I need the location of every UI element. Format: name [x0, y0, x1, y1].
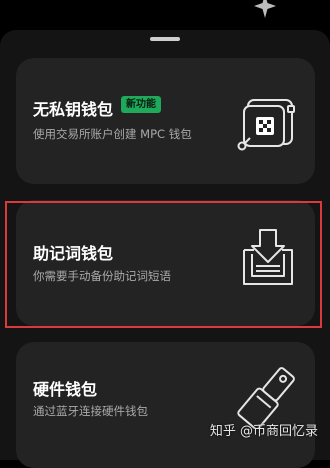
watermark: 知乎 @币商回忆录: [209, 424, 318, 439]
keyless-wallet-description: 使用交易所账户创建 MPC 钱包: [33, 127, 192, 141]
hardware-wallet-title: 硬件钱包: [33, 380, 98, 399]
hardware-wallet-card[interactable]: 硬件钱包 通过蓝牙连接硬件钱包: [16, 342, 315, 468]
keyless-wallet-title: 无私钥钱包: [33, 100, 114, 119]
sparkle-icon: [250, 0, 280, 18]
hardware-wallet-description: 通过蓝牙连接硬件钱包: [33, 404, 148, 418]
sheet-drag-handle[interactable]: [150, 37, 180, 41]
mnemonic-download-icon: [236, 226, 298, 288]
mnemonic-wallet-title: 助记词钱包: [33, 244, 114, 263]
keyless-wallet-card[interactable]: 无私钥钱包 新功能 使用交易所账户创建 MPC 钱包: [16, 58, 315, 184]
mpc-wallet-icon: [236, 96, 298, 158]
mnemonic-wallet-description: 你需要手动备份助记词短语: [33, 269, 171, 283]
new-feature-badge: 新功能: [121, 96, 161, 113]
mnemonic-wallet-card[interactable]: 助记词钱包 你需要手动备份助记词短语: [16, 200, 315, 326]
